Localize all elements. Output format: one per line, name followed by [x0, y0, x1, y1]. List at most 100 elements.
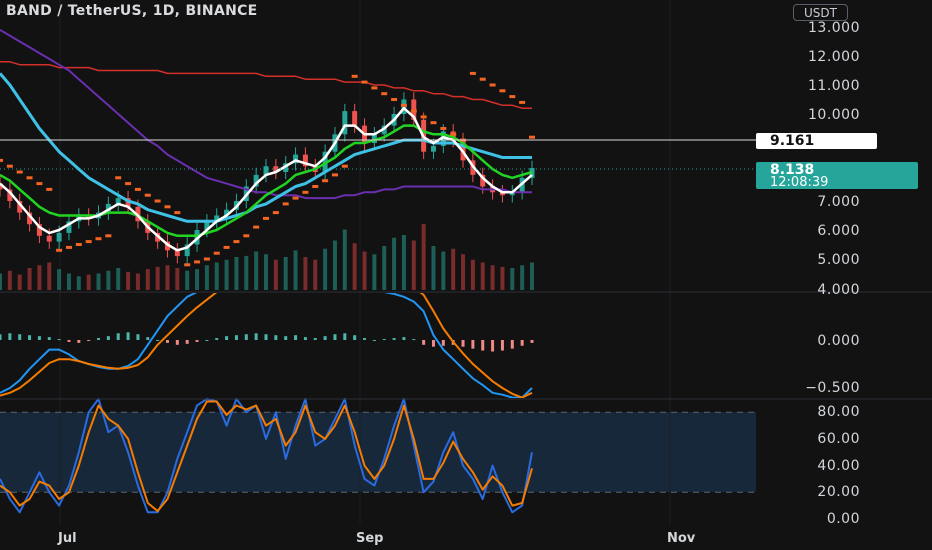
macd-tick-label: 0.000	[817, 333, 860, 349]
macd-histogram-bar	[57, 339, 61, 341]
volume-bar	[303, 257, 308, 290]
volume-bar	[362, 251, 367, 290]
volume-bar	[421, 224, 426, 290]
sar-dot	[410, 109, 417, 113]
sar-dot	[331, 173, 338, 177]
volume-bar	[264, 254, 268, 290]
macd-histogram-bar	[37, 336, 41, 340]
sar-dot	[529, 135, 535, 139]
volume-bar	[244, 255, 249, 290]
sar-dot	[499, 89, 506, 93]
volume-bar	[126, 271, 131, 290]
volume-bar	[185, 270, 190, 290]
sar-dot	[164, 205, 171, 209]
price-tick-label: 7.000	[817, 194, 860, 210]
sar-dot	[282, 202, 289, 206]
price-marker-value: 9.161	[770, 133, 815, 149]
macd-histogram-bar	[47, 337, 51, 340]
macd-histogram-bar	[471, 340, 475, 349]
x-tick-nov: Nov	[667, 531, 696, 546]
sar-dot	[272, 211, 279, 215]
volume-bar	[86, 274, 91, 290]
macd-histogram-bar	[323, 336, 327, 340]
price-marker-label: 9.161	[756, 133, 877, 149]
macd-histogram-bar	[382, 339, 386, 341]
volume-bar	[372, 254, 377, 290]
sar-dot	[26, 176, 33, 180]
volume-bar	[510, 268, 515, 290]
volume-bar	[520, 265, 525, 290]
macd-histogram-bar	[461, 340, 465, 347]
price-tick-label: 4.000	[817, 282, 860, 298]
macd-histogram-bar	[175, 340, 179, 345]
price-tick-label: 5.000	[817, 252, 860, 268]
volume-bar	[57, 269, 62, 290]
sar-dot	[56, 248, 63, 252]
volume-bar	[106, 270, 111, 290]
volume-bar	[76, 276, 81, 290]
sar-dot	[75, 243, 82, 246]
sar-dot	[381, 92, 388, 96]
sar-dot	[125, 182, 132, 186]
macd-histogram-bar	[372, 340, 376, 341]
macd-histogram-bar	[343, 333, 347, 340]
sar-dot	[430, 121, 437, 125]
sar-dot	[469, 71, 476, 75]
sar-dot	[361, 80, 368, 84]
rsi-tick-label: 0.00	[826, 511, 860, 527]
volume-bar	[175, 268, 180, 290]
volume-bar	[431, 246, 436, 290]
macd-histogram-bar	[8, 333, 12, 340]
volume-bar	[165, 265, 170, 290]
macd-histogram-bar	[481, 340, 485, 351]
currency-selector[interactable]: USDT	[793, 4, 848, 21]
macd-histogram-bar	[126, 332, 130, 340]
price-tick-label: 12.000	[808, 49, 860, 65]
bar-countdown: 12:08:39	[770, 175, 829, 190]
sar-dot	[85, 240, 92, 244]
candle	[56, 232, 62, 242]
volume-bar	[411, 240, 416, 290]
sar-dot	[233, 240, 240, 244]
volume-bar	[155, 266, 160, 290]
sar-dot	[194, 260, 201, 264]
macd-histogram-bar	[116, 333, 120, 340]
macd-histogram-bar	[67, 340, 71, 342]
sar-dot	[154, 199, 161, 203]
sar-dot	[0, 158, 3, 162]
macd-histogram-bar	[156, 340, 160, 341]
sar-dot	[391, 98, 398, 101]
macd-histogram-bar	[225, 336, 229, 340]
macd-histogram-bar	[510, 340, 514, 349]
sar-dot	[440, 127, 447, 130]
volume-bar	[293, 250, 298, 290]
macd-histogram-bar	[333, 334, 337, 340]
macd-histogram-bar	[87, 340, 91, 341]
symbol-title: BAND / TetherUS, 1D, BINANCE	[6, 3, 258, 19]
price-tick-label: 10.000	[808, 107, 860, 123]
macd-histogram-bar	[303, 337, 307, 340]
volume-bar	[392, 237, 397, 290]
rsi-tick-label: 20.00	[817, 484, 860, 500]
candle	[430, 145, 436, 152]
volume-bar	[234, 257, 239, 290]
sar-dot	[243, 234, 250, 238]
candle	[352, 111, 358, 126]
volume-bar	[461, 254, 466, 290]
price-tick-label: 13.000	[808, 20, 860, 36]
sar-dot	[115, 176, 122, 180]
macd-histogram-bar	[353, 335, 357, 340]
macd-histogram-bar	[313, 338, 317, 340]
candle	[46, 235, 52, 242]
volume-bar	[214, 262, 219, 290]
sar-dot	[65, 245, 72, 249]
volume-bar	[470, 259, 475, 290]
macd-histogram-bar	[77, 340, 81, 343]
volume-bar	[451, 248, 456, 290]
volume-bar	[195, 269, 200, 290]
volume-bar	[116, 268, 121, 290]
macd-histogram-bar	[165, 340, 169, 343]
sar-dot	[519, 100, 526, 104]
macd-histogram-bar	[205, 340, 209, 341]
price-tick-label: 11.000	[808, 78, 860, 94]
